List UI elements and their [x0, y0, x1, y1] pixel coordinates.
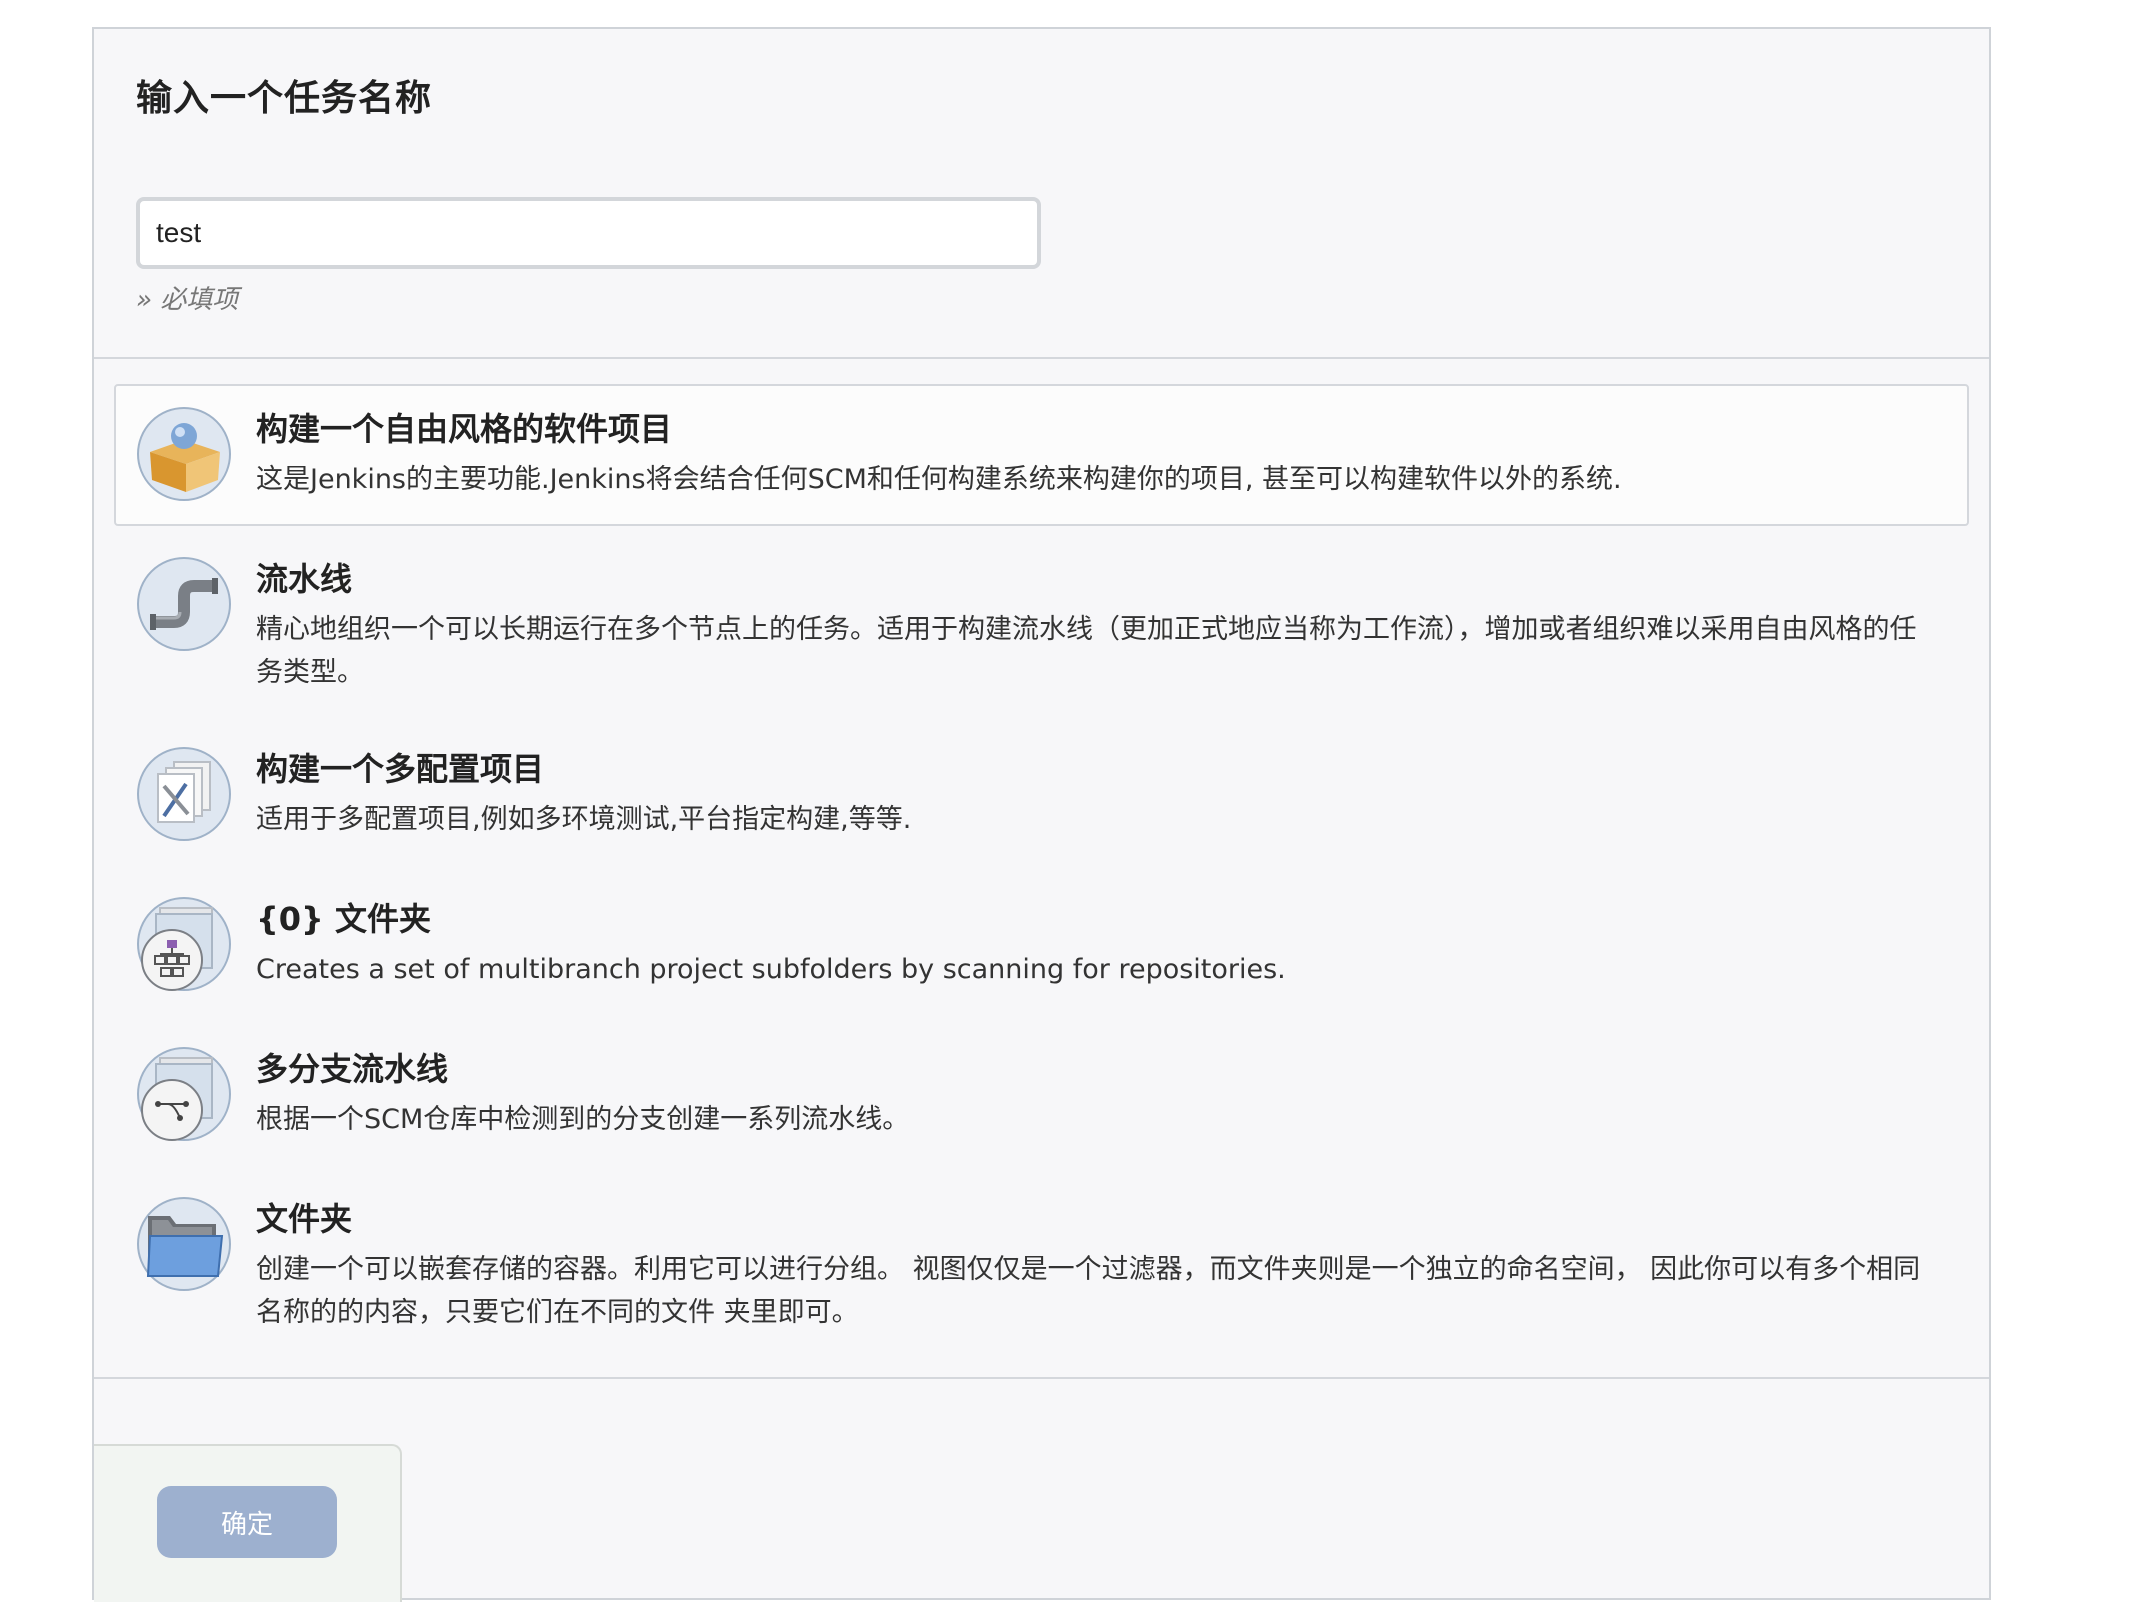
job-type-pipeline[interactable]: 流水线 精心地组织一个可以长期运行在多个节点上的任务。适用于构建流水线（更加正式…	[114, 534, 1969, 716]
job-type-folder[interactable]: 文件夹 创建一个可以嵌套存储的容器。利用它可以进行分组。 视图仅仅是一个过滤器，…	[114, 1174, 1969, 1356]
multibranch-pipeline-icon	[136, 1046, 232, 1142]
freestyle-box-icon	[136, 406, 232, 502]
job-type-title: 多分支流水线	[256, 1050, 449, 1088]
job-type-org-folder[interactable]: {0} 文件夹 Creates a set of multibranch pro…	[114, 874, 1969, 1016]
bottom-sticker: 确定	[94, 1444, 402, 1602]
job-type-description: 精心地组织一个可以长期运行在多个节点上的任务。适用于构建流水线（更加正式地应当称…	[256, 614, 1917, 688]
job-type-title: 文件夹	[256, 1200, 353, 1238]
job-type-freestyle[interactable]: 构建一个自由风格的软件项目 这是Jenkins的主要功能.Jenkins将会结合…	[114, 384, 1969, 526]
job-type-title: {0} 文件夹	[256, 900, 431, 938]
name-section: 输入一个任务名称 » 必填项	[94, 29, 1989, 359]
job-type-list: 构建一个自由风格的软件项目 这是Jenkins的主要功能.Jenkins将会结合…	[114, 384, 1969, 1364]
ok-button[interactable]: 确定	[157, 1486, 337, 1558]
job-type-description: 适用于多配置项目,例如多环境测试,平台指定构建,等等.	[256, 804, 912, 835]
job-type-title: 流水线	[256, 560, 353, 598]
pipeline-pipe-icon	[136, 556, 232, 652]
job-type-title: 构建一个自由风格的软件项目	[256, 410, 673, 448]
footer-divider	[94, 1377, 1989, 1379]
job-type-description: 根据一个SCM仓库中检测到的分支创建一系列流水线。	[256, 1104, 910, 1135]
job-type-description: 这是Jenkins的主要功能.Jenkins将会结合任何SCM和任何构建系统来构…	[256, 464, 1622, 495]
job-type-description: 创建一个可以嵌套存储的容器。利用它可以进行分组。 视图仅仅是一个过滤器，而文件夹…	[256, 1254, 1921, 1328]
job-type-multi-config[interactable]: 构建一个多配置项目 适用于多配置项目,例如多环境测试,平台指定构建,等等.	[114, 724, 1969, 866]
job-type-description: Creates a set of multibranch project sub…	[256, 954, 1286, 985]
folder-icon	[136, 1196, 232, 1292]
page-title: 输入一个任务名称	[136, 78, 433, 119]
org-folder-icon	[136, 896, 232, 992]
job-type-multibranch-pipeline[interactable]: 多分支流水线 根据一个SCM仓库中检测到的分支创建一系列流水线。	[114, 1024, 1969, 1166]
multi-config-tools-icon	[136, 746, 232, 842]
job-type-title: 构建一个多配置项目	[256, 750, 545, 788]
required-hint: » 必填项	[136, 285, 239, 315]
new-item-panel: 输入一个任务名称 » 必填项 构建一个自由风格的软件项目 这是Jenkins的主…	[92, 27, 1991, 1602]
item-name-input[interactable]	[136, 197, 1041, 269]
